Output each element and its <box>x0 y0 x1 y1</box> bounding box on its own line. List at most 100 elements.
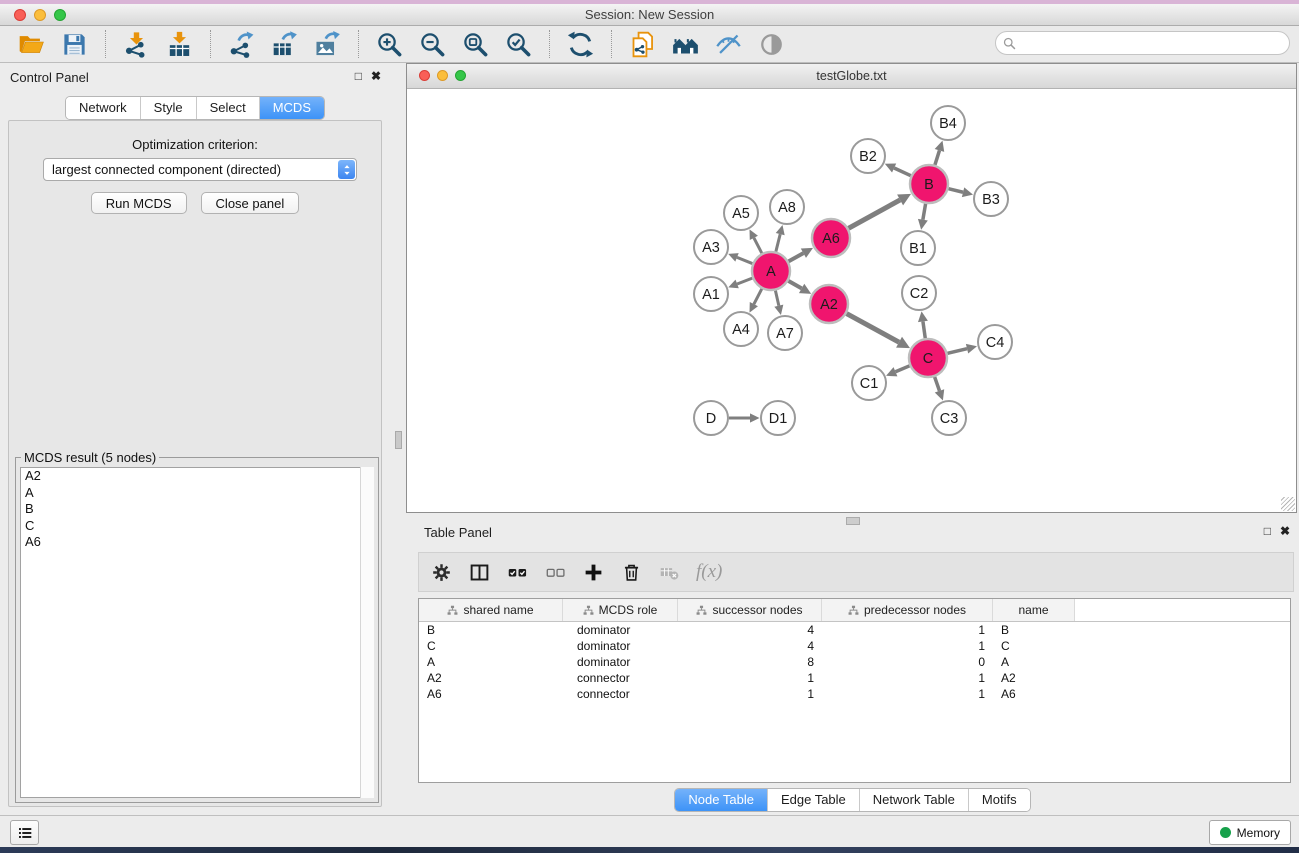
table-cell[interactable]: A <box>419 655 563 669</box>
export-table-icon[interactable] <box>270 30 299 59</box>
graph-node-B1[interactable]: B1 <box>901 231 935 265</box>
add-icon[interactable] <box>582 561 604 583</box>
table-cell[interactable]: 4 <box>678 639 822 653</box>
memory-button[interactable]: Memory <box>1209 820 1291 845</box>
table-cell[interactable]: B <box>993 623 1075 637</box>
search-box[interactable] <box>995 31 1290 55</box>
table-row[interactable]: Adominator80A <box>419 654 1290 670</box>
table-cell[interactable]: B <box>419 623 563 637</box>
zoom-in-icon[interactable] <box>375 30 404 59</box>
zoom-view-button[interactable] <box>455 70 466 81</box>
open-folder-icon[interactable] <box>17 30 46 59</box>
split-columns-icon[interactable] <box>468 561 490 583</box>
table-row[interactable]: A6connector11A6 <box>419 686 1290 702</box>
column-header-successor-nodes[interactable]: successor nodes <box>678 599 822 621</box>
minimize-window-button[interactable] <box>34 9 46 21</box>
mcds-result-list[interactable]: A2ABCA6 <box>20 467 374 798</box>
table-cell[interactable]: 8 <box>678 655 822 669</box>
close-panel-button[interactable]: Close panel <box>201 192 300 214</box>
table-cell[interactable]: dominator <box>563 655 678 669</box>
zoom-fit-icon[interactable] <box>461 30 490 59</box>
column-header-predecessor-nodes[interactable]: predecessor nodes <box>822 599 993 621</box>
close-table-panel-icon[interactable]: ✖ <box>1280 524 1290 538</box>
table-cell[interactable]: A2 <box>993 671 1075 685</box>
import-network-icon[interactable] <box>122 30 151 59</box>
tab-edge-table[interactable]: Edge Table <box>768 789 860 811</box>
table-row[interactable]: A2connector11A2 <box>419 670 1290 686</box>
graph-node-D1[interactable]: D1 <box>761 401 795 435</box>
table-cell[interactable]: A <box>993 655 1075 669</box>
copy-network-icon[interactable] <box>628 30 657 59</box>
graph-node-B4[interactable]: B4 <box>931 106 965 140</box>
result-item[interactable]: A <box>21 485 373 502</box>
result-scrollbar[interactable] <box>360 467 374 798</box>
graph-node-C2[interactable]: C2 <box>902 276 936 310</box>
tab-node-table[interactable]: Node Table <box>675 789 768 811</box>
graph-node-B2[interactable]: B2 <box>851 139 885 173</box>
table-cell[interactable]: A6 <box>419 687 563 701</box>
table-cell[interactable]: C <box>419 639 563 653</box>
vertical-split-divider[interactable] <box>390 63 406 816</box>
table-cell[interactable]: 0 <box>822 655 993 669</box>
graph-node-A5[interactable]: A5 <box>724 196 758 230</box>
delete-icon[interactable] <box>620 561 642 583</box>
float-panel-icon[interactable]: □ <box>355 69 362 83</box>
result-item[interactable]: B <box>21 501 373 518</box>
close-view-button[interactable] <box>419 70 430 81</box>
tab-style[interactable]: Style <box>141 97 197 119</box>
graph-node-D[interactable]: D <box>694 401 728 435</box>
task-history-button[interactable] <box>10 820 39 845</box>
table-cell[interactable]: dominator <box>563 639 678 653</box>
tab-mcds[interactable]: MCDS <box>260 97 324 119</box>
zoom-window-button[interactable] <box>54 9 66 21</box>
graph-node-B3[interactable]: B3 <box>974 182 1008 216</box>
graph-node-C[interactable]: C <box>909 339 947 377</box>
criterion-dropdown[interactable]: largest connected component (directed) <box>43 158 357 181</box>
column-header-name[interactable]: name <box>993 599 1075 621</box>
search-input[interactable] <box>1021 35 1283 52</box>
unselect-all-icon[interactable] <box>544 561 566 583</box>
horizontal-split-handle-icon[interactable] <box>846 517 860 525</box>
graph-node-A2[interactable]: A2 <box>810 285 848 323</box>
import-table-icon[interactable] <box>165 30 194 59</box>
gear-icon[interactable] <box>430 561 452 583</box>
graph-node-A8[interactable]: A8 <box>770 190 804 224</box>
graph-node-C1[interactable]: C1 <box>852 366 886 400</box>
graph-node-A3[interactable]: A3 <box>694 230 728 264</box>
table-cell[interactable]: 1 <box>678 671 822 685</box>
table-row[interactable]: Cdominator41C <box>419 638 1290 654</box>
show-detail-icon[interactable] <box>757 30 786 59</box>
tab-select[interactable]: Select <box>197 97 260 119</box>
export-image-icon[interactable] <box>313 30 342 59</box>
run-mcds-button[interactable]: Run MCDS <box>91 192 187 214</box>
result-item[interactable]: A6 <box>21 534 373 551</box>
close-panel-icon[interactable]: ✖ <box>371 69 381 83</box>
table-cell[interactable]: connector <box>563 687 678 701</box>
tab-network[interactable]: Network <box>66 97 141 119</box>
column-header-MCDS-role[interactable]: MCDS role <box>563 599 678 621</box>
float-table-panel-icon[interactable]: □ <box>1264 524 1271 538</box>
result-item[interactable]: C <box>21 518 373 535</box>
graph-node-B[interactable]: B <box>910 165 948 203</box>
zoom-selected-icon[interactable] <box>504 30 533 59</box>
table-cell[interactable]: dominator <box>563 623 678 637</box>
table-cell[interactable]: 1 <box>822 671 993 685</box>
home-icon[interactable] <box>671 30 700 59</box>
export-network-icon[interactable] <box>227 30 256 59</box>
graph-node-A6[interactable]: A6 <box>812 219 850 257</box>
table-cell[interactable]: A2 <box>419 671 563 685</box>
table-cell[interactable]: 4 <box>678 623 822 637</box>
refresh-icon[interactable] <box>566 30 595 59</box>
hide-detail-icon[interactable] <box>714 30 743 59</box>
graph-node-C4[interactable]: C4 <box>978 325 1012 359</box>
table-cell[interactable]: 1 <box>822 687 993 701</box>
split-handle-icon[interactable] <box>395 431 402 449</box>
select-all-icon[interactable] <box>506 561 528 583</box>
table-cell[interactable]: 1 <box>678 687 822 701</box>
graph-node-A[interactable]: A <box>752 252 790 290</box>
zoom-out-icon[interactable] <box>418 30 447 59</box>
save-icon[interactable] <box>60 30 89 59</box>
resize-grip-icon[interactable] <box>1281 497 1295 511</box>
graph-node-A4[interactable]: A4 <box>724 312 758 346</box>
close-window-button[interactable] <box>14 9 26 21</box>
